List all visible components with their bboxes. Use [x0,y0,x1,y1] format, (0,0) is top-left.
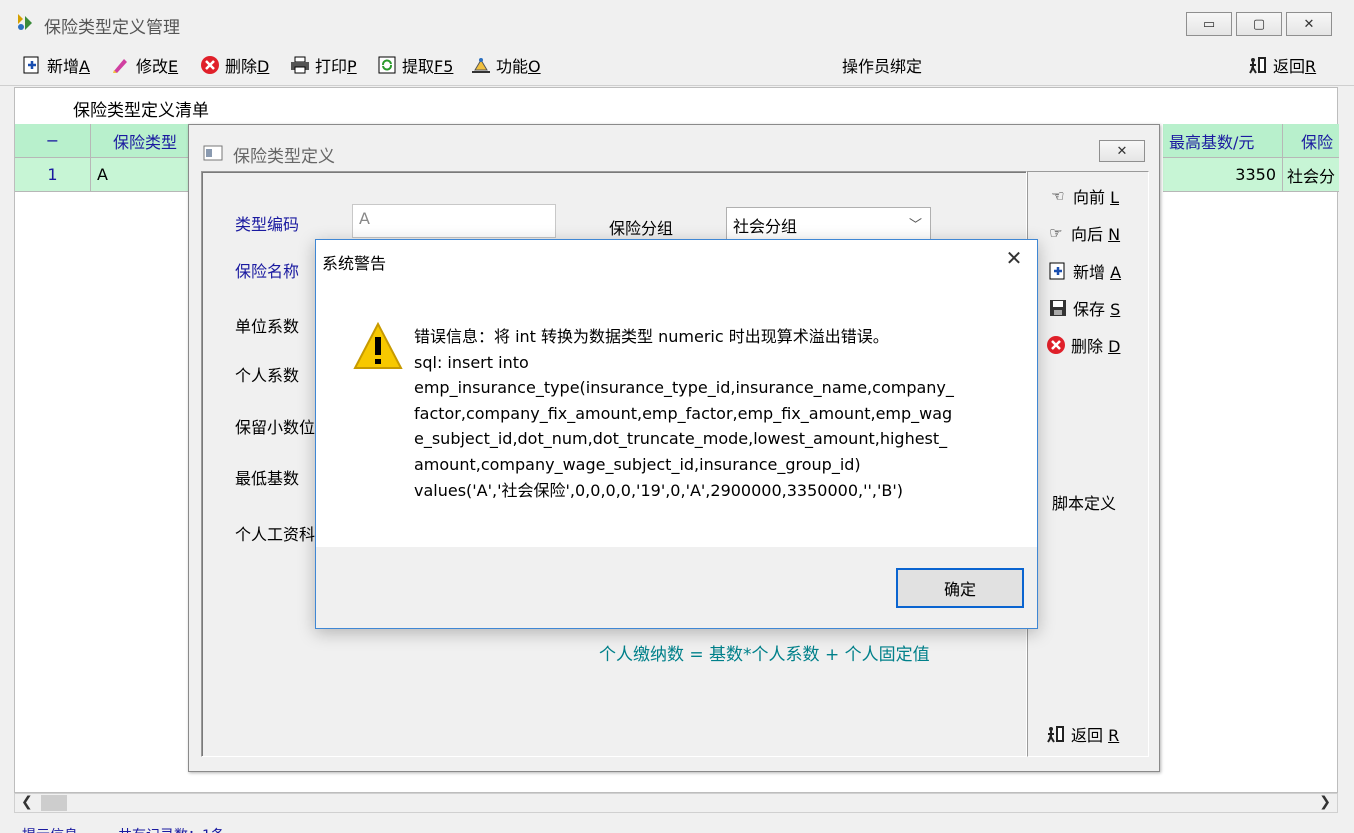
alert-line: e_subject_id,dot_num,dot_truncate_mode,l… [414,429,948,449]
maximize-button[interactable]: ▢ [1236,12,1282,36]
window-title: 保险类型定义管理 [44,18,180,38]
dialog-back-button[interactable]: 返回 R [1046,722,1119,746]
toolbar-add-button[interactable]: 新增A [22,54,90,76]
alert-title: 系统警告 [322,254,387,273]
delete-icon [200,55,220,75]
table-row-type[interactable]: A [91,158,191,192]
toolbar-print-button[interactable]: 打印P [290,54,357,76]
toolbar-delete-button[interactable]: 删除D [200,54,269,76]
alert-line: 错误信息：将 int 转换为数据类型 numeric 时出现算术溢出错误。 [414,327,889,346]
toolbar-back-button[interactable]: 返回R [1248,54,1316,76]
next-button[interactable]: ☞ 向后 N [1046,221,1120,245]
label-min-base: 最低基数 [235,469,300,488]
type-code-input[interactable]: A [352,204,556,238]
chevron-down-icon: ﹀ [908,218,922,233]
label-insurance-group: 保险分组 [609,219,674,238]
alert-line: amount,company_wage_subject_id,insurance… [414,454,861,474]
close-icon: ✕ [1116,143,1128,159]
dialog-icon [203,145,223,161]
minimize-icon: ▭ [1202,16,1216,32]
scroll-right-icon[interactable]: ❯ [1319,794,1331,810]
exit-door-icon [1248,55,1268,75]
exit-door-icon [1046,724,1066,744]
grid-header-type[interactable]: 保险类型 [91,124,191,158]
grid-header-rownum[interactable]: − [15,124,91,158]
floppy-disk-icon [1048,298,1068,318]
toolbar-edit-button[interactable]: 修改E [111,54,178,76]
label-unit-factor: 单位系数 [235,317,300,336]
operator-bind-label[interactable]: 操作员绑定 [842,53,922,77]
alert-line: emp_insurance_type(insurance_type_id,ins… [414,378,954,398]
dialog-title: 保险类型定义 [233,147,335,167]
dialog-close-button[interactable]: ✕ [1099,140,1145,162]
close-button[interactable]: ✕ [1286,12,1332,36]
insurance-group-select[interactable]: 社会分组 ﹀ [726,207,931,241]
dialog-add-button[interactable]: 新增 A [1048,259,1121,283]
alert-line: factor,company_fix_amount,emp_factor,emp… [414,403,953,423]
point-right-icon: ☞ [1049,223,1063,242]
status-tip-label: 提示信息 [22,825,78,833]
refresh-icon [377,55,397,75]
minimize-button[interactable]: ▭ [1186,12,1232,36]
table-row-max-base[interactable]: 3350 [1163,158,1283,192]
scrollbar-thumb[interactable] [41,795,67,811]
label-insurance-name: 保险名称 [235,262,300,281]
grid-header-max-base[interactable]: 最高基数/元 [1163,124,1283,158]
toolbar-function-button[interactable]: 功能O [471,54,541,76]
label-personal-wage-subject: 个人工资科 [235,525,316,544]
function-icon [471,55,491,75]
script-define-button[interactable]: 脚本定义 [1052,490,1116,514]
alert-message: 错误信息：将 int 转换为数据类型 numeric 时出现算术溢出错误。 sq… [414,324,1004,503]
maximize-icon: ▢ [1252,16,1266,32]
dialog-delete-button[interactable]: 删除 D [1046,333,1120,357]
app-icon [14,12,36,32]
grid-caption: 保险类型定义清单 [73,101,209,121]
label-decimal-places: 保留小数位 [235,418,316,437]
printer-icon [290,55,310,75]
point-left-icon: ☜ [1051,186,1065,205]
table-row-num[interactable]: 1 [15,158,91,192]
add-record-icon [1048,261,1068,281]
warning-icon [353,321,403,370]
system-alert-dialog: 系统警告 ✕ 错误信息：将 int 转换为数据类型 numeric 时出现算术溢… [315,239,1038,629]
prev-button[interactable]: ☜ 向前 L [1048,184,1119,208]
add-record-icon [22,55,42,75]
alert-line: sql: insert into [414,352,529,372]
alert-close-button[interactable]: ✕ [1002,246,1026,270]
delete-icon [1046,335,1066,355]
toolbar-fetch-button[interactable]: 提取F5 [377,54,453,76]
label-personal-factor: 个人系数 [235,366,300,385]
status-record-count: 共有记录数：1条 [118,825,225,833]
formula-text: 个人缴纳数 = 基数*个人系数 + 个人固定值 [599,645,930,665]
title-bar: 保险类型定义管理 ▭ ▢ ✕ [0,0,1354,44]
toolbar: 新增A 修改E 删除D 打印P 提取F5 功能O 操作员绑定 返回R [0,44,1354,86]
close-icon: ✕ [1303,16,1315,32]
horizontal-scrollbar[interactable]: ❮ ❯ [14,793,1338,813]
grid-header-group[interactable]: 保险 [1283,124,1339,158]
edit-icon [111,55,131,75]
status-bar: 提示信息 共有记录数：1条 [0,813,1354,833]
ok-button[interactable]: 确定 [896,568,1024,608]
table-row-group[interactable]: 社会分 [1283,158,1339,192]
scroll-left-icon[interactable]: ❮ [21,794,33,810]
alert-line: values('A','社会保险',0,0,0,0,'19',0,'A',290… [414,480,903,500]
label-type-code: 类型编码 [235,215,300,234]
close-icon: ✕ [1005,246,1023,270]
save-button[interactable]: 保存 S [1048,296,1120,320]
